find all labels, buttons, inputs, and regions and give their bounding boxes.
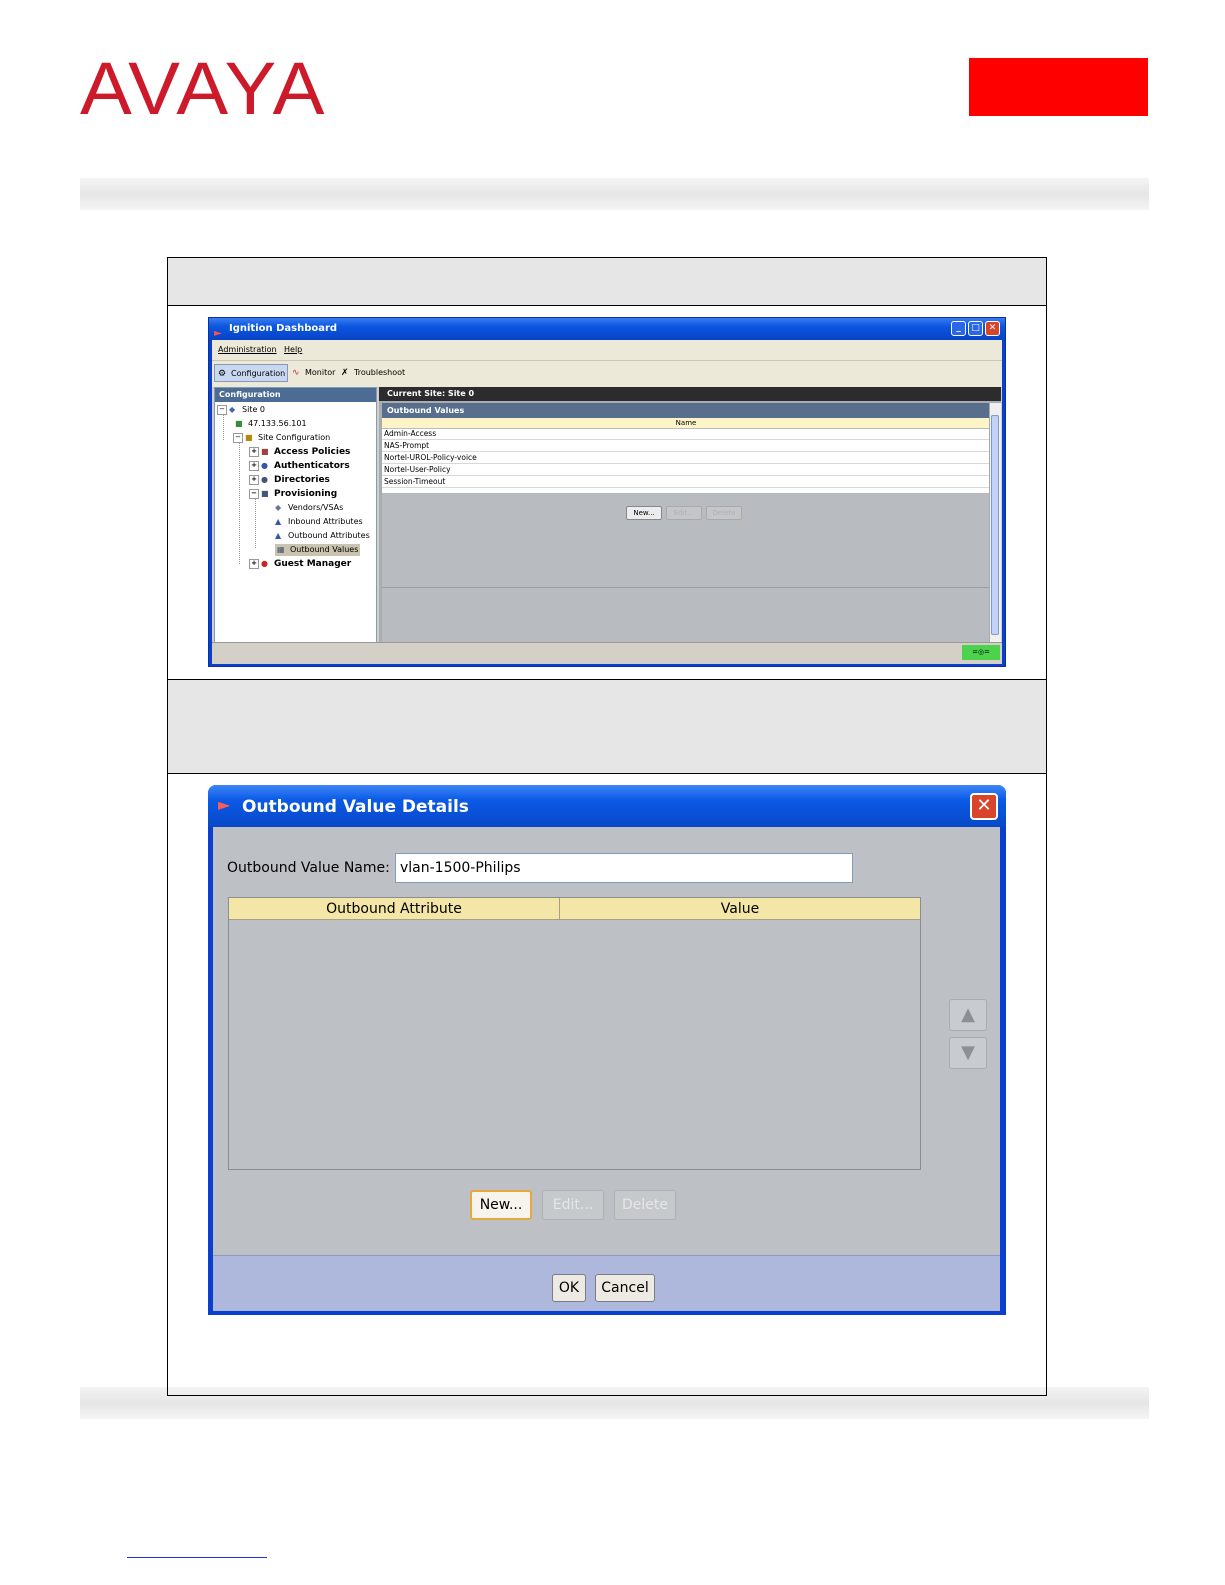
- maximize-icon[interactable]: □: [968, 321, 983, 336]
- outbound-value-details-dialog: ► Outbound Value Details ✕ Outbound Valu…: [208, 785, 1006, 1315]
- toolbar: ⚙ Configuration ∿ Monitor ✗ Troubleshoot: [212, 360, 1002, 387]
- ok-button[interactable]: OK: [552, 1274, 586, 1302]
- menu-bar: Administration Help: [212, 340, 1002, 360]
- expand-icon[interactable]: +: [249, 460, 259, 471]
- attribute-icon: ▲: [275, 517, 282, 526]
- tree-item-ip[interactable]: ■ 47.133.56.101: [235, 418, 307, 430]
- close-icon[interactable]: ✕: [985, 321, 1000, 336]
- move-down-icon[interactable]: ▼: [949, 1037, 987, 1069]
- tree-item-outbound-attributes[interactable]: ▲ Outbound Attributes: [275, 530, 370, 542]
- edit-button[interactable]: Edit...: [666, 506, 702, 520]
- tree-item-authenticators[interactable]: + ● Authenticators: [249, 460, 350, 472]
- tab-configuration[interactable]: ⚙ Configuration: [214, 364, 288, 382]
- outbound-value-name-label: Outbound Value Name:: [227, 860, 390, 876]
- tree-item-inbound-attributes[interactable]: ▲ Inbound Attributes: [275, 516, 363, 528]
- delete-button[interactable]: Delete: [614, 1190, 676, 1220]
- tree-connector: [239, 440, 240, 564]
- tools-icon: ✗: [341, 368, 349, 378]
- dialog-title: Outbound Value Details: [242, 797, 469, 817]
- content-panel: Current Site: Site 0 Outbound Values Nam…: [379, 387, 1001, 662]
- step-row-header-1: [168, 258, 1046, 306]
- table-row[interactable]: Session-Timeout: [382, 476, 990, 488]
- expand-icon[interactable]: +: [249, 474, 259, 485]
- tree-item-provisioning[interactable]: − ■ Provisioning: [249, 488, 337, 500]
- policy-icon: ■: [261, 447, 269, 456]
- divider: [382, 587, 990, 588]
- current-site-label: Current Site: Site 0: [379, 387, 1001, 401]
- header-band: [80, 178, 1149, 210]
- outbound-value-name-input[interactable]: vlan-1500-Philips: [395, 853, 853, 883]
- tab-troubleshoot[interactable]: ✗ Troubleshoot: [338, 364, 408, 382]
- person-icon: ●: [261, 559, 268, 568]
- status-bar: =◎=: [212, 642, 1002, 663]
- content-vertical-scrollbar[interactable]: [989, 403, 1001, 661]
- tab-monitor[interactable]: ∿ Monitor: [289, 364, 337, 382]
- scrollbar-thumb[interactable]: [991, 415, 999, 635]
- tree-connector: [255, 492, 256, 548]
- expand-icon[interactable]: +: [249, 558, 259, 569]
- app-icon: ►: [218, 795, 231, 814]
- values-icon: ▦: [277, 545, 285, 554]
- collapse-icon[interactable]: −: [217, 404, 227, 415]
- chart-icon: ∿: [292, 368, 300, 378]
- users-icon: ●: [261, 461, 268, 470]
- window-title: Ignition Dashboard: [229, 323, 338, 334]
- table-row[interactable]: NAS-Prompt: [382, 440, 990, 452]
- provisioning-icon: ■: [261, 489, 269, 498]
- table-row[interactable]: Admin-Access: [382, 428, 990, 440]
- edit-button[interactable]: Edit...: [542, 1190, 604, 1220]
- dialog-footer: OK Cancel: [213, 1255, 1000, 1311]
- tree-item-site-configuration[interactable]: − ■ Site Configuration: [233, 432, 330, 444]
- red-header-box: [969, 58, 1148, 116]
- connection-status-icon: =◎=: [962, 645, 1000, 660]
- vendor-icon: ◆: [275, 503, 282, 512]
- network-icon: ◆: [229, 405, 236, 414]
- menu-help[interactable]: Help: [284, 340, 302, 360]
- menu-administration[interactable]: Administration: [218, 340, 277, 360]
- title-bar: ► Ignition Dashboard _ □ ✕: [209, 318, 1005, 340]
- tree-item-site[interactable]: − ◆ Site 0: [217, 404, 265, 416]
- directory-icon: ●: [261, 475, 268, 484]
- server-icon: ■: [235, 419, 243, 428]
- collapse-icon[interactable]: −: [249, 488, 259, 499]
- avaya-logo: AVAYA: [80, 47, 327, 130]
- tree-item-guest-manager[interactable]: + ● Guest Manager: [249, 558, 351, 570]
- dialog-title-bar: ► Outbound Value Details ✕: [208, 785, 1006, 827]
- minimize-icon[interactable]: _: [951, 321, 966, 336]
- outbound-values-header: Outbound Values: [382, 403, 990, 418]
- new-button[interactable]: New...: [470, 1190, 532, 1220]
- dialog-body: Outbound Value Name: vlan-1500-Philips O…: [213, 827, 1000, 1255]
- attribute-icon: ▲: [275, 531, 282, 540]
- configuration-tree-panel: Configuration − ◆ Site 0 ■ 47.133.56.101 − ■…: [214, 387, 377, 662]
- step-row-header-2: [168, 679, 1046, 774]
- tree-item-access-policies[interactable]: + ■ Access Policies: [249, 446, 350, 458]
- outbound-attribute-table: Outbound Attribute Value: [228, 897, 921, 1170]
- outbound-values-table: Name Admin-Access NAS-Prompt Nortel-UROL…: [382, 418, 990, 493]
- column-header-outbound-attribute[interactable]: Outbound Attribute: [229, 898, 560, 920]
- table-row[interactable]: Nortel-User-Policy: [382, 464, 990, 476]
- tree-item-directories[interactable]: + ● Directories: [249, 474, 330, 486]
- close-icon[interactable]: ✕: [970, 793, 998, 820]
- ignition-dashboard-window: ► Ignition Dashboard _ □ ✕ Administratio…: [208, 317, 1006, 667]
- cancel-button[interactable]: Cancel: [595, 1274, 655, 1302]
- gear-icon: ⚙: [218, 369, 227, 379]
- tree-item-outbound-values[interactable]: ▦ Outbound Values: [275, 544, 361, 556]
- collapse-icon[interactable]: −: [233, 432, 243, 443]
- tree-item-vendors[interactable]: ◆ Vendors/VSAs: [275, 502, 343, 514]
- move-up-icon[interactable]: ▲: [949, 999, 987, 1031]
- expand-icon[interactable]: +: [249, 446, 259, 457]
- window-body: Administration Help ⚙ Configuration ∿ Mo…: [212, 340, 1002, 664]
- new-button[interactable]: New...: [626, 506, 662, 520]
- footer-link-underline: [127, 1556, 267, 1558]
- tree-connector: [223, 414, 224, 440]
- folder-icon: ■: [245, 433, 253, 442]
- delete-button[interactable]: Delete: [706, 506, 742, 520]
- tree-header: Configuration: [215, 388, 376, 402]
- column-header-value[interactable]: Value: [560, 898, 920, 920]
- table-row[interactable]: Nortel-UROL-Policy-voice: [382, 452, 990, 464]
